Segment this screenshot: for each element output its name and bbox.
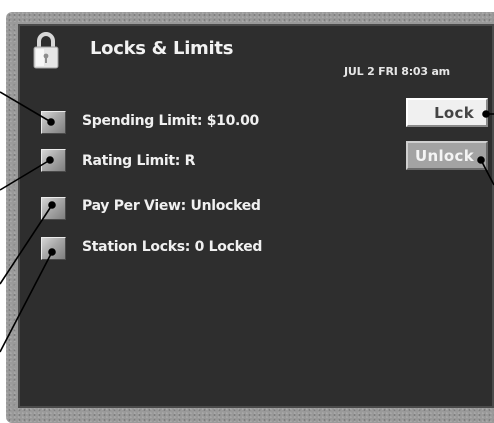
date-time: JUL 2 FRI 8:03 am	[344, 65, 450, 78]
spending-limit-select-button[interactable]	[41, 111, 66, 134]
lock-button[interactable]: Lock	[406, 98, 488, 127]
locks-limits-screen	[18, 24, 494, 408]
padlock-icon	[33, 32, 59, 69]
station-locks-select-button[interactable]	[41, 237, 66, 260]
figure: Locks & Limits JUL 2 FRI 8:03 am Spendin…	[0, 0, 494, 423]
unlock-button[interactable]: Unlock	[406, 141, 488, 170]
pay-per-view-label: Pay Per View: Unlocked	[82, 198, 261, 214]
rating-limit-label: Rating Limit: R	[82, 153, 196, 169]
spending-limit-label: Spending Limit: $10.00	[82, 113, 259, 129]
pay-per-view-select-button[interactable]	[41, 197, 66, 220]
page-title: Locks & Limits	[90, 38, 234, 59]
station-locks-label: Station Locks: 0 Locked	[82, 239, 263, 255]
rating-limit-select-button[interactable]	[41, 149, 66, 172]
